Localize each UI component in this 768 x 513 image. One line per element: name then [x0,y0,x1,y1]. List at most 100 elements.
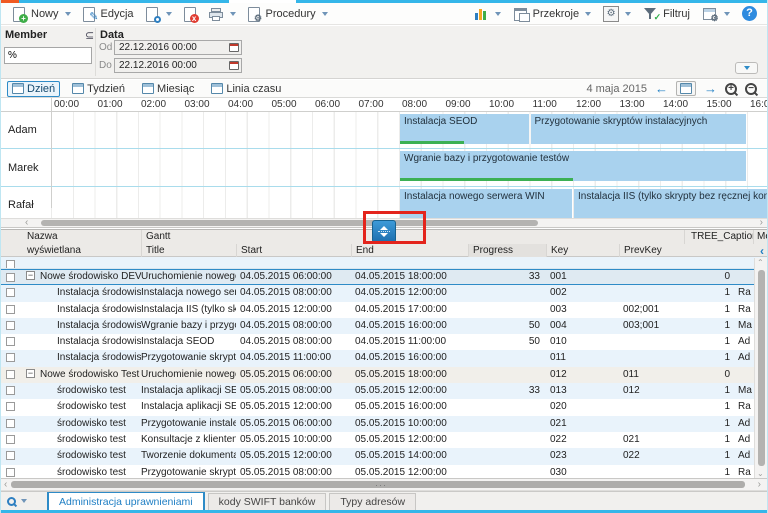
chevron-down-icon[interactable] [65,12,71,16]
checkbox-icon[interactable] [6,288,15,297]
checkbox-icon[interactable] [6,419,15,428]
chevron-down-icon[interactable] [21,499,27,503]
table-row[interactable]: Instalacja środowiskaInstalacja SEOD04.0… [1,334,767,350]
tab-day[interactable]: Dzień [7,81,60,97]
scroll-left-icon[interactable]: ‹ [4,479,7,490]
new-button[interactable]: + Nowy [6,5,76,23]
checkbox-icon[interactable] [6,451,15,460]
table-row[interactable]: środowisko testKonsultacje z klienten05.… [1,432,767,448]
scroll-left-icon[interactable]: ‹ [25,217,28,228]
chevron-down-icon[interactable] [230,12,236,16]
calendar-icon [211,83,223,94]
cell-key: 020 [546,399,619,415]
gantt-bar[interactable]: Instalacja IIS (tylko skrypty bez ręczne… [574,189,767,218]
column-header-tree-caption[interactable]: TREE_Caption [684,230,753,244]
calendar-icon[interactable] [229,43,239,52]
pick-date-button[interactable] [676,81,696,96]
table-row[interactable]: środowisko testPrzygotowanie instale05.0… [1,416,767,432]
column-header-start[interactable]: Start [236,244,351,258]
gantt-bar[interactable]: Wgranie bazy i przygotowanie testów [400,151,746,181]
chart-view-button[interactable] [468,5,506,23]
table-row[interactable]: Instalacja środowiskaWgranie bazy i przy… [1,318,767,334]
table-horizontal-scrollbar[interactable]: ‹ ··· › [1,478,767,491]
checkbox-icon[interactable] [6,260,15,268]
scroll-right-icon[interactable]: › [758,479,761,490]
zoom-in-icon[interactable]: + [725,83,737,95]
table-row[interactable]: środowisko testTworzenie dokumenta05.05.… [1,448,767,464]
bottom-search-button[interactable] [1,492,33,510]
tab-month[interactable]: Miesiąc [137,81,199,97]
settings-button[interactable]: ⚙ [598,5,636,23]
chevron-down-icon[interactable] [166,12,172,16]
tab-kody-swift-bankow[interactable]: kody SWIFT banków [208,493,327,510]
date-from-field[interactable]: 22.12.2016 00:00 [114,40,242,55]
table-settings-button[interactable]: ⚙ [697,5,735,23]
collapse-panel-icon[interactable]: ‹ [760,245,764,257]
chevron-down-icon[interactable] [625,12,631,16]
checkbox-icon[interactable] [6,305,15,314]
filter-collapse-button[interactable] [735,62,758,74]
next-day-button[interactable]: → [704,81,717,96]
prev-day-button[interactable]: ← [655,81,668,96]
hour-label: 13:00 [620,99,645,110]
table-row[interactable]: Instalacja środowiskaPrzygotowanie skryp… [1,350,767,366]
checkbox-icon[interactable] [6,321,15,330]
tab-timeline[interactable]: Linia czasu [206,81,286,97]
column-header-key[interactable]: Key [546,244,619,258]
calendar-icon[interactable] [229,61,239,70]
column-header-progress[interactable]: Progress [468,244,546,258]
chevron-down-icon[interactable] [585,12,591,16]
column-header-member[interactable]: Me [753,230,768,244]
checkbox-icon[interactable] [6,353,15,362]
scroll-down-icon[interactable]: ⌄ [757,469,764,478]
procedures-button[interactable]: ⚙ Procedury [241,5,333,23]
scroll-up-icon[interactable]: ⌃ [757,258,764,267]
table-row[interactable]: środowisko testInstalacja aplikacji SE05… [1,383,767,399]
checkbox-icon[interactable] [6,468,15,477]
chevron-down-icon[interactable] [724,12,730,16]
tab-week[interactable]: Tydzień [67,81,130,97]
print-button[interactable] [203,5,241,23]
row-name-text: Instalacja środowiska [57,352,141,363]
checkbox-icon[interactable] [6,337,15,346]
table-row[interactable]: −Nowe środowisko TestUruchomienie nowego… [1,367,767,383]
collapse-toggle-icon[interactable]: − [26,369,35,378]
delete-button[interactable]: x [177,5,203,23]
search-button[interactable] [139,5,177,23]
edit-button[interactable]: ✎ Edycja [76,5,139,23]
sections-button[interactable]: Przekroje [508,5,596,23]
table-row[interactable] [1,257,767,269]
table-row[interactable]: środowisko testInstalacja aplikacji SE05… [1,399,767,415]
table-vertical-scrollbar[interactable]: ⌃ ⌄ [754,258,767,478]
tab-typy-adresow[interactable]: Typy adresów [329,493,416,510]
toolbar-collapse-chevron[interactable] [732,19,754,25]
member-input[interactable] [4,47,92,64]
table-row[interactable]: Instalacja środowiskaInstalacja nowego s… [1,285,767,301]
collapse-toggle-icon[interactable]: − [26,271,35,280]
column-header-title[interactable]: Title [141,244,236,258]
column-header-nazwa[interactable]: Nazwa [1,230,141,244]
date-to-field[interactable]: 22.12.2016 00:00 [114,58,242,73]
scrollbar-thumb[interactable] [41,220,538,226]
table-row[interactable]: −Nowe środowisko DEVUruchomienie nowego0… [1,269,767,285]
gantt-bar[interactable]: Instalacja SEOD [400,114,529,144]
checkbox-icon[interactable] [6,402,15,411]
checkbox-icon[interactable] [6,435,15,444]
column-header-wyswietlana[interactable]: wyświetlana [1,244,141,258]
column-header-end[interactable]: End [351,244,468,258]
member-operator[interactable]: ⊆ [85,29,94,42]
table-row[interactable]: Instalacja środowiskaInstalacja IIS (tyl… [1,302,767,318]
chevron-down-icon[interactable] [322,12,328,16]
checkbox-icon[interactable] [6,273,15,282]
scrollbar-thumb[interactable] [758,270,765,466]
checkbox-icon[interactable] [6,370,15,379]
filter-button[interactable]: ✓ Filtruj [638,5,695,23]
gantt-bar[interactable]: Przygotowanie skryptów instalacyjnych [531,114,747,144]
zoom-out-icon[interactable]: − [745,83,757,95]
table-row[interactable]: środowisko testPrzygotowanie skrypt05.05… [1,465,767,478]
checkbox-icon[interactable] [6,386,15,395]
chevron-down-icon[interactable] [495,12,501,16]
scroll-right-icon[interactable]: › [760,217,763,228]
tab-administracja-uprawnieniami[interactable]: Administracja uprawnieniami [47,492,205,510]
column-header-prevkey[interactable]: PrevKey [619,244,684,258]
